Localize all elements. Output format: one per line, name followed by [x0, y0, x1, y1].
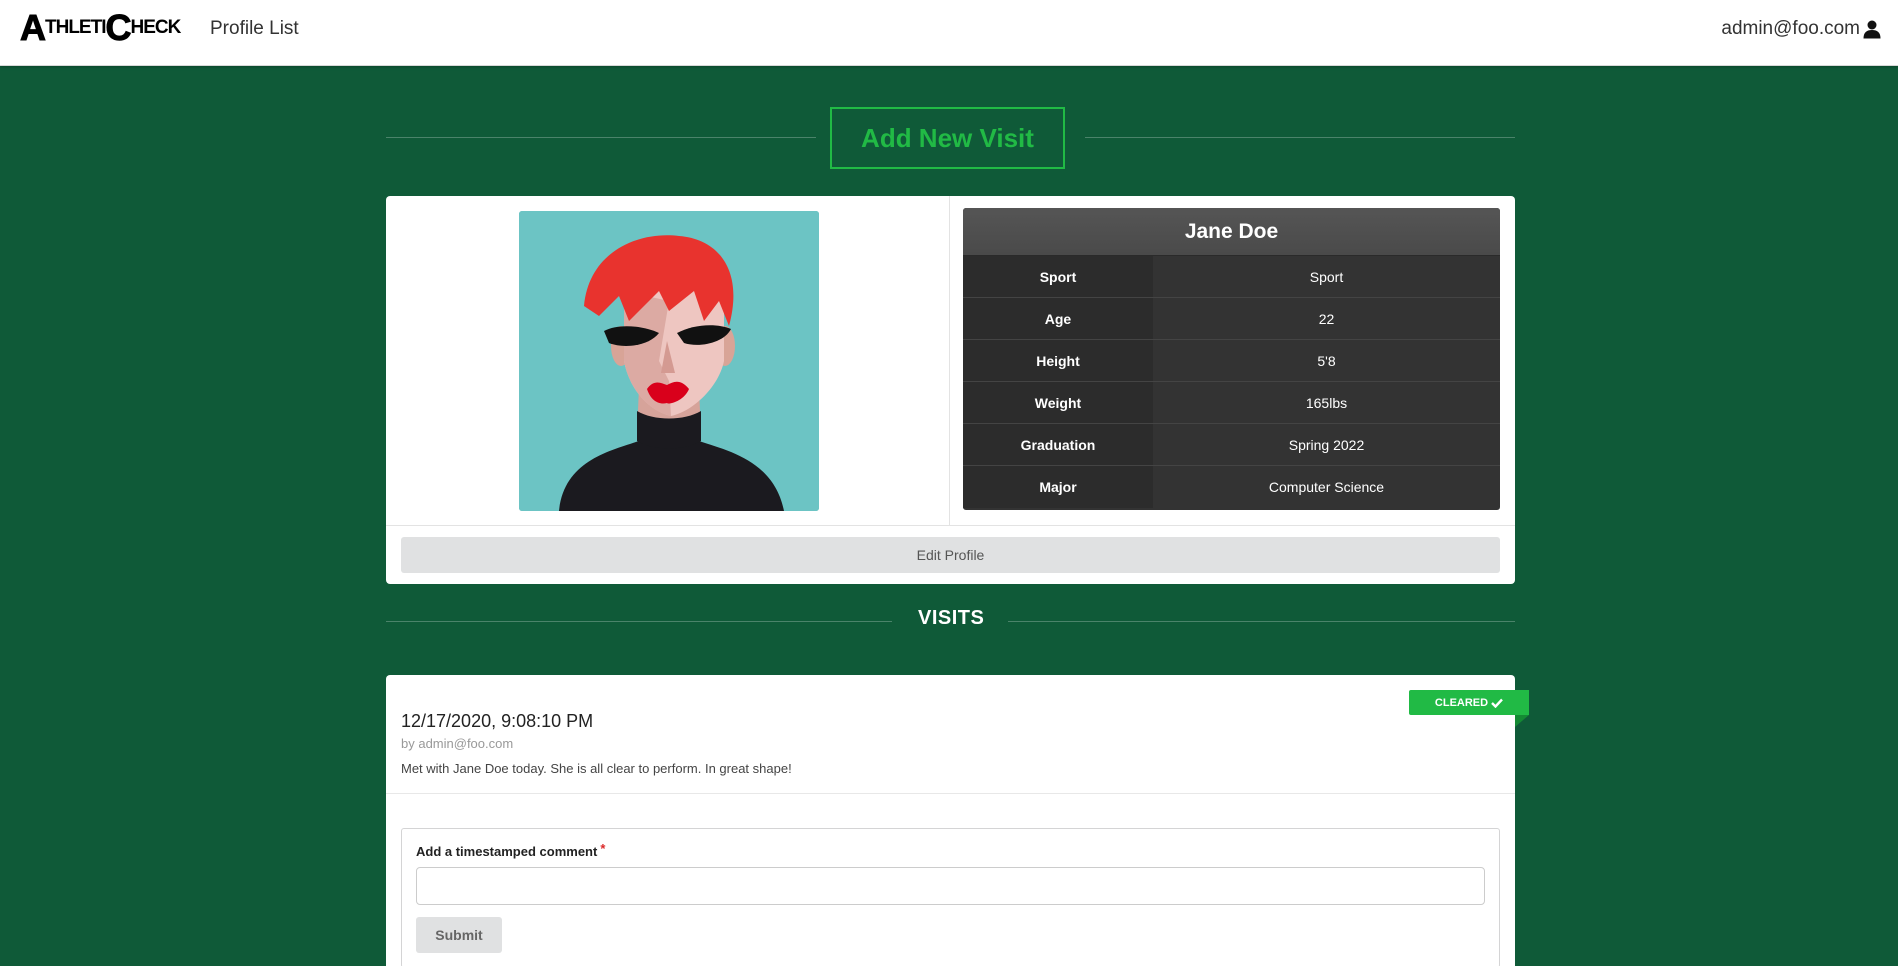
- submit-comment-button[interactable]: Submit: [416, 917, 502, 953]
- add-visit-divider-left: [386, 137, 816, 138]
- logo-letter-a: A: [20, 7, 47, 48]
- comment-form: Add a timestamped comment * Submit: [401, 828, 1500, 966]
- visit-card: 12/17/2020, 9:08:10 PM by admin@foo.com …: [386, 675, 1515, 966]
- logo-letter-c: C: [105, 7, 132, 48]
- field-label: Major: [963, 466, 1153, 508]
- visits-divider-left: [386, 621, 892, 622]
- profile-row-weight: Weight 165lbs: [963, 382, 1500, 424]
- profile-avatar: [519, 211, 819, 511]
- comment-input[interactable]: [416, 867, 1485, 905]
- field-label: Sport: [963, 256, 1153, 297]
- field-label: Graduation: [963, 424, 1153, 465]
- comment-label: Add a timestamped comment *: [416, 841, 606, 859]
- add-visit-divider-right: [1085, 137, 1515, 138]
- profile-row-major: Major Computer Science: [963, 466, 1500, 508]
- profile-row-sport: Sport Sport: [963, 256, 1500, 298]
- field-value: 165lbs: [1305, 394, 1348, 411]
- status-text: CLEARED: [1434, 696, 1489, 709]
- visits-divider-right: [1008, 621, 1515, 622]
- profile-info-table: Jane Doe Sport Sport Age 22 Height 5'8 W…: [963, 208, 1500, 510]
- required-mark: *: [600, 841, 606, 856]
- visit-note: Met with Jane Doe today. She is all clea…: [401, 761, 792, 776]
- field-value: Computer Science: [1268, 479, 1385, 495]
- top-navbar: A THLETI C HECK Profile List admin@foo.c…: [0, 0, 1898, 66]
- field-value: 22: [1318, 310, 1335, 327]
- visit-author: by admin@foo.com: [401, 736, 514, 751]
- field-label: Age: [963, 298, 1153, 339]
- visit-separator: [386, 793, 1515, 794]
- profile-card: Jane Doe Sport Sport Age 22 Height 5'8 W…: [386, 196, 1515, 584]
- nav-profile-list-link[interactable]: Profile List: [210, 18, 299, 40]
- ribbon-fold: [1515, 715, 1529, 727]
- profile-row-graduation: Graduation Spring 2022: [963, 424, 1500, 466]
- visits-heading: VISITS: [918, 607, 985, 629]
- user-menu[interactable]: admin@foo.com: [1721, 18, 1882, 40]
- profile-row-height: Height 5'8: [963, 340, 1500, 382]
- field-value: 5'8: [1317, 352, 1336, 369]
- add-new-visit-button[interactable]: Add New Visit: [830, 107, 1065, 169]
- user-email: admin@foo.com: [1721, 18, 1860, 39]
- field-label: Height: [963, 340, 1153, 381]
- field-label: Weight: [963, 382, 1153, 423]
- profile-row-age: Age 22: [963, 298, 1500, 340]
- comment-label-text: Add a timestamped comment: [416, 844, 598, 859]
- field-value: Spring 2022: [1288, 436, 1365, 453]
- user-icon: [1863, 20, 1881, 39]
- avatar-illustration: [519, 211, 819, 511]
- check-icon: [1491, 698, 1503, 708]
- status-badge-cleared: CLEARED: [1409, 690, 1529, 715]
- profile-info-cell: Jane Doe Sport Sport Age 22 Height 5'8 W…: [950, 196, 1515, 526]
- field-value: Sport: [1309, 268, 1344, 285]
- profile-photo-cell: [386, 196, 950, 526]
- edit-profile-button[interactable]: Edit Profile: [401, 537, 1500, 573]
- visit-datetime: 12/17/2020, 9:08:10 PM: [401, 711, 594, 731]
- profile-name: Jane Doe: [963, 208, 1500, 256]
- logo-text-heck: HECK: [130, 17, 182, 38]
- logo-text-thleti: THLETI: [45, 17, 106, 38]
- athleticheck-logo[interactable]: A THLETI C HECK: [20, 7, 182, 48]
